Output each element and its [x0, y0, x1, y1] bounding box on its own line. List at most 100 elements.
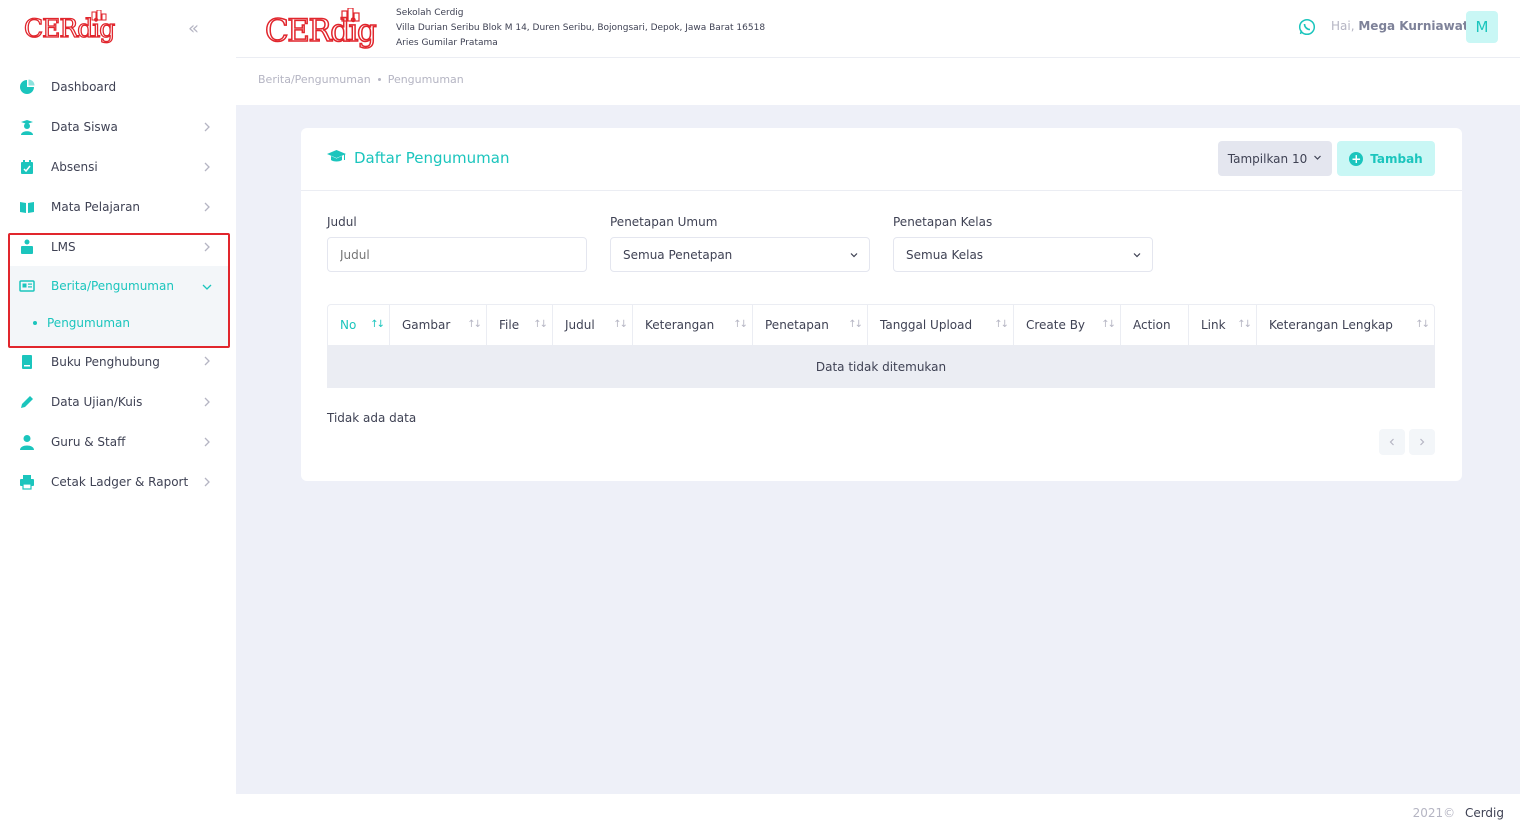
sidebar-item-label: Dashboard [51, 80, 117, 94]
chevron-right-icon [204, 397, 210, 407]
breadcrumb-current[interactable]: Pengumuman [388, 73, 464, 86]
collapse-sidebar-icon[interactable]: « [188, 18, 199, 39]
chevron-right-icon [204, 122, 210, 132]
column-header-judul[interactable]: Judul ↑↓ [553, 305, 633, 345]
show-entries-label: Tampilkan 10 [1227, 151, 1308, 166]
sidebar-item-data-siswa[interactable]: Data Siswa [0, 107, 236, 147]
top-header: CERdig Sekolah Cerdig Villa Durian Serib… [236, 0, 1520, 58]
penetapan-umum-value: Semua Penetapan [623, 247, 733, 262]
card-title-text: Daftar Pengumuman [354, 149, 510, 167]
column-header-action: Action [1121, 305, 1189, 345]
sort-icon: ↑↓ [994, 319, 1009, 330]
pagination-next-button[interactable] [1409, 429, 1435, 455]
announcement-table: No ↑↓ Gambar ↑↓ File ↑↓ Judul ↑↓ Keterangan ↑… [327, 304, 1435, 388]
school-name: Sekolah Cerdig [396, 8, 464, 18]
empty-message: Data tidak ditemukan [815, 360, 947, 374]
pencil-icon [19, 394, 35, 410]
sidebar-item-cetak-ladger-raport[interactable]: Cetak Ladger & Raport [0, 462, 236, 502]
header-logo[interactable]: CERdig [264, 7, 386, 53]
table-empty-row: Data tidak ditemukan [327, 346, 1435, 388]
no-data-text: Tidak ada data [327, 411, 417, 425]
sidebar-item-absensi[interactable]: Absensi [0, 147, 236, 187]
add-button[interactable]: + Tambah [1337, 141, 1435, 176]
sidebar: CERdig « Dashboard Data Siswa Absensi Ma… [0, 0, 236, 830]
school-person: Aries Gumilar Pratama [396, 38, 498, 48]
add-button-label: Tambah [1370, 151, 1423, 166]
penetapan-umum-select[interactable]: Semua Penetapan [610, 237, 870, 272]
column-header-gambar[interactable]: Gambar ↑↓ [390, 305, 487, 345]
sidebar-item-berita-pengumuman[interactable]: Berita/Pengumuman [0, 267, 236, 305]
column-header-no[interactable]: No ↑↓ [328, 305, 390, 345]
penetapan-umum-label: Penetapan Umum [610, 215, 718, 229]
judul-label: Judul [327, 215, 357, 229]
judul-input[interactable] [327, 237, 587, 272]
sort-icon: ↑↓ [370, 319, 385, 330]
chevron-left-icon [1389, 438, 1394, 446]
printer-icon [19, 474, 35, 490]
column-label: Penetapan [765, 318, 829, 332]
graduation-cap-icon [327, 149, 346, 167]
book-open-icon [19, 199, 35, 215]
chevron-right-icon [1420, 438, 1425, 446]
column-label: File [499, 318, 520, 332]
chevron-right-icon [204, 242, 210, 252]
bullet-icon [33, 321, 37, 325]
table-header: No ↑↓ Gambar ↑↓ File ↑↓ Judul ↑↓ Keterangan ↑… [327, 304, 1435, 346]
chevron-down-icon [1132, 249, 1142, 263]
subheader: Berita/Pengumuman Pengumuman [236, 58, 1520, 105]
column-label: Tanggal Upload [880, 318, 973, 332]
breadcrumb-parent[interactable]: Berita/Pengumuman [258, 73, 371, 86]
sidebar-item-dashboard[interactable]: Dashboard [0, 67, 236, 107]
chevron-down-icon [849, 249, 859, 263]
penetapan-kelas-label: Penetapan Kelas [893, 215, 993, 229]
card-title: Daftar Pengumuman [327, 149, 509, 167]
chevron-down-icon [1313, 153, 1322, 165]
column-label: Create By [1026, 318, 1086, 332]
column-header-create-by[interactable]: Create By ↑↓ [1014, 305, 1121, 345]
calendar-check-icon [19, 159, 35, 175]
sidebar-item-guru-staff[interactable]: Guru & Staff [0, 422, 236, 462]
sort-icon: ↑↓ [733, 319, 748, 330]
school-info: Sekolah Cerdig Villa Durian Seribu Blok … [396, 6, 765, 51]
sort-icon: ↑↓ [1101, 319, 1116, 330]
footer-text: 2021© Cerdig [1413, 806, 1504, 820]
footer-brand[interactable]: Cerdig [1465, 806, 1504, 820]
column-header-penetapan[interactable]: Penetapan ↑↓ [753, 305, 868, 345]
avatar[interactable]: M [1466, 11, 1498, 43]
chevron-right-icon [204, 477, 210, 487]
whatsapp-icon[interactable] [1298, 18, 1316, 39]
sidebar-item-mata-pelajaran[interactable]: Mata Pelajaran [0, 187, 236, 227]
dashboard-icon [19, 79, 35, 95]
sidebar-item-buku-penghubung[interactable]: Buku Penghubung [0, 341, 236, 382]
column-header-keterangan[interactable]: Keterangan ↑↓ [633, 305, 753, 345]
chevron-right-icon [204, 356, 210, 366]
column-label: Keterangan [645, 318, 715, 332]
user-tie-icon [19, 434, 35, 450]
breadcrumb-separator [377, 78, 381, 81]
sidebar-menu: Dashboard Data Siswa Absensi Mata Pelaja… [0, 67, 236, 502]
chevron-down-icon [202, 284, 212, 290]
sort-icon: ↑↓ [467, 319, 482, 330]
column-header-file[interactable]: File ↑↓ [487, 305, 553, 345]
footer-year: 2021© [1412, 806, 1456, 820]
user-greeting[interactable]: Hai, Mega Kurniawati [1331, 19, 1473, 33]
column-header-keterangan-lengkap[interactable]: Keterangan Lengkap ↑↓ [1257, 305, 1434, 345]
brand-logo[interactable]: CERdig [22, 9, 124, 49]
sort-icon: ↑↓ [613, 319, 628, 330]
sort-icon: ↑↓ [1415, 319, 1430, 330]
show-entries-dropdown[interactable]: Tampilkan 10 [1218, 141, 1332, 176]
column-label: No [340, 318, 357, 332]
column-label: Judul [565, 318, 595, 332]
column-header-link[interactable]: Link ↑↓ [1189, 305, 1257, 345]
penetapan-kelas-select[interactable]: Semua Kelas [893, 237, 1153, 272]
sidebar-item-lms[interactable]: LMS [0, 227, 236, 267]
column-header-tanggal-upload[interactable]: Tanggal Upload ↑↓ [868, 305, 1014, 345]
plus-circle-icon: + [1349, 151, 1364, 166]
column-label: Gambar [402, 318, 451, 332]
sidebar-item-data-ujian-kuis[interactable]: Data Ujian/Kuis [0, 382, 236, 422]
chevron-right-icon [204, 437, 210, 447]
sort-icon: ↑↓ [533, 319, 548, 330]
sidebar-subitem-pengumuman[interactable]: Pengumuman [0, 305, 236, 341]
sort-icon: ↑↓ [848, 319, 863, 330]
pagination-prev-button[interactable] [1379, 429, 1405, 455]
